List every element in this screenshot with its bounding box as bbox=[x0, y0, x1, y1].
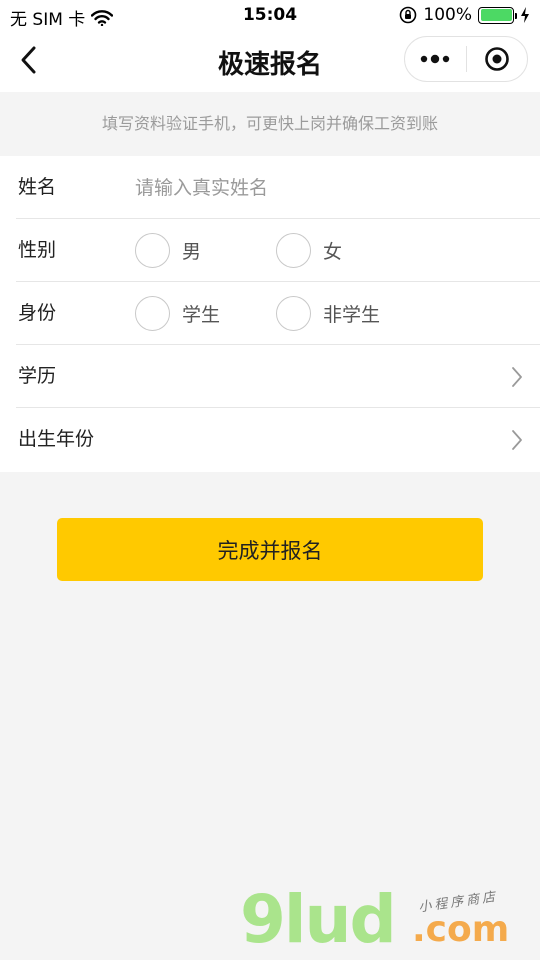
status-bar: 无 SIM 卡 15:04 100% bbox=[0, 0, 540, 30]
nav-bar: 极速报名 bbox=[0, 30, 540, 92]
more-dots-icon bbox=[421, 54, 450, 64]
gender-label: 性别 bbox=[18, 239, 57, 261]
name-label: 姓名 bbox=[18, 176, 57, 198]
chevron-right-icon bbox=[512, 367, 522, 387]
radio-non-student[interactable]: 非学生 bbox=[276, 295, 380, 332]
submit-button[interactable]: 完成并报名 bbox=[57, 518, 483, 581]
watermark-logo: 9lud 小程序商店 .com bbox=[240, 885, 530, 955]
more-button[interactable] bbox=[405, 37, 466, 81]
radio-circle-icon bbox=[276, 233, 311, 268]
battery-percent: 100% bbox=[423, 5, 472, 25]
radio-circle-icon bbox=[135, 296, 170, 331]
rotation-lock-icon bbox=[400, 6, 417, 24]
radio-male[interactable]: 男 bbox=[135, 232, 201, 269]
battery-icon bbox=[478, 6, 517, 24]
status-right: 100% bbox=[399, 5, 530, 25]
notice-text: 填写资料验证手机，可更快上岗并确保工资到账 bbox=[0, 92, 540, 156]
radio-female[interactable]: 女 bbox=[276, 232, 342, 269]
radio-label: 男 bbox=[182, 241, 202, 263]
battery-fill bbox=[480, 9, 512, 21]
watermark-suffix: .com bbox=[412, 909, 510, 950]
education-label: 学历 bbox=[18, 365, 57, 387]
radio-circle-icon bbox=[276, 296, 311, 331]
target-circle-icon bbox=[484, 47, 509, 71]
radio-label: 女 bbox=[323, 241, 343, 263]
radio-label: 学生 bbox=[182, 304, 221, 326]
signup-form: 姓名 性别 男 女 身份 学生 非学生 学历 bbox=[0, 156, 540, 472]
name-input[interactable] bbox=[135, 168, 505, 208]
close-miniprogram-button[interactable] bbox=[466, 37, 527, 81]
radio-student[interactable]: 学生 bbox=[135, 295, 220, 332]
birth-year-label: 出生年份 bbox=[18, 428, 95, 450]
battery-cap bbox=[515, 12, 517, 19]
chevron-right-icon bbox=[512, 430, 522, 450]
form-row-education[interactable]: 学历 bbox=[0, 345, 540, 408]
radio-label: 非学生 bbox=[323, 304, 381, 326]
radio-circle-icon bbox=[135, 233, 170, 268]
identity-label: 身份 bbox=[18, 302, 57, 324]
watermark-logo-text: 9lud bbox=[240, 881, 397, 958]
charging-bolt-icon bbox=[521, 7, 529, 23]
form-row-name: 姓名 bbox=[0, 156, 540, 219]
form-row-identity: 身份 学生 非学生 bbox=[0, 282, 540, 345]
form-row-birth-year[interactable]: 出生年份 bbox=[0, 408, 540, 471]
form-row-gender: 性别 男 女 bbox=[0, 219, 540, 282]
capsule-menu bbox=[404, 36, 528, 82]
